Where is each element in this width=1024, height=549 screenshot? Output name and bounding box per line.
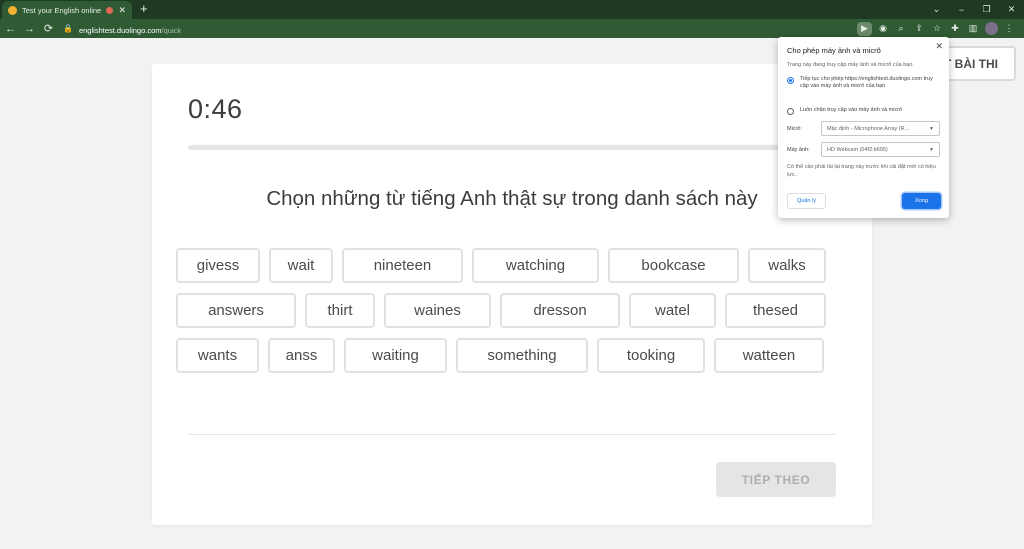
tab-title: Test your English online (22, 5, 102, 15)
mic-select-value: Mặc định - Microphone Array (R... (827, 125, 910, 132)
back-icon[interactable]: ← (2, 20, 19, 37)
mic-label: Micrô: (787, 125, 802, 132)
word-row: answers thirt waines dresson watel these… (176, 293, 848, 328)
menu-kebab-icon[interactable]: ⋮ (1002, 22, 1016, 36)
reload-note: Có thể cần phải tải lại trang này trước … (787, 164, 936, 178)
word-row: wants anss waiting something tooking wat… (176, 338, 848, 373)
word-option[interactable]: waines (384, 293, 491, 328)
window-controls: ⌄ − ❐ ✕ (924, 0, 1024, 19)
url-host: englishtest.duolingo.com (78, 25, 162, 35)
block-radio[interactable] (787, 107, 794, 115)
extensions-icon[interactable]: ✚ (948, 22, 962, 36)
word-option[interactable]: something (456, 338, 588, 373)
word-option[interactable]: watteen (714, 338, 824, 373)
footer-divider (188, 434, 836, 435)
camera-row: Máy ảnh: HD Webcam (04f2:b695) ▼ (787, 142, 940, 157)
tab-strip: Test your English online ✕ + ⌄ − ❐ ✕ (0, 0, 1024, 19)
word-option[interactable]: watel (629, 293, 716, 328)
google-lens-icon[interactable]: ◉ (876, 22, 890, 36)
new-tab-button[interactable]: + (140, 2, 148, 16)
mic-select[interactable]: Mặc định - Microphone Array (R... ▼ (821, 121, 940, 136)
lock-icon[interactable]: 🔒 (63, 24, 73, 33)
allow-radio[interactable] (787, 76, 794, 84)
recording-indicator-icon (106, 6, 114, 14)
mic-row: Micrô: Mặc định - Microphone Array (R...… (787, 121, 940, 136)
done-button[interactable]: Xong (902, 193, 941, 209)
next-button[interactable]: TIẾP THEO (716, 462, 836, 497)
caret-down-icon: ▼ (929, 125, 934, 132)
popup-title: Cho phép máy ảnh và micrô (787, 46, 881, 55)
block-option-label: Luôn chặn truy cập vào máy ảnh và micrô (800, 107, 903, 113)
url-path: /quick (161, 25, 182, 35)
restore-button[interactable]: ❐ (974, 0, 999, 19)
timer: 0:46 (188, 94, 243, 124)
word-option[interactable]: wait (269, 248, 333, 283)
word-option[interactable]: thesed (725, 293, 826, 328)
address-bar[interactable]: 🔒 englishtest.duolingo.com/quick (57, 21, 852, 36)
forward-icon[interactable]: → (21, 20, 38, 37)
camera-select[interactable]: HD Webcam (04f2:b695) ▼ (821, 142, 940, 157)
side-panel-icon[interactable]: ▥ (966, 22, 980, 36)
camera-select-value: HD Webcam (04f2:b695) (827, 146, 888, 153)
tab-search-button[interactable]: ⌄ (924, 0, 949, 19)
browser-toolbar: ← → ⟳ 🔒 englishtest.duolingo.com/quick ▶… (0, 19, 1024, 38)
word-option[interactable]: dresson (500, 293, 620, 328)
popup-description: Trang này đang truy cập máy ảnh và micrô… (787, 62, 914, 68)
manage-button[interactable]: Quản lý (787, 193, 826, 209)
reload-icon[interactable]: ⟳ (40, 20, 57, 37)
word-option[interactable]: thirt (305, 293, 375, 328)
allow-option-label: Tiếp tục cho phép https://englishtest.du… (800, 76, 933, 89)
word-option[interactable]: anss (268, 338, 335, 373)
word-grid: givess wait nineteen watching bookcase w… (176, 248, 848, 383)
question-prompt: Chọn những từ tiếng Anh thật sự trong da… (266, 187, 758, 210)
caret-down-icon: ▼ (929, 146, 934, 153)
close-window-button[interactable]: ✕ (999, 0, 1024, 19)
browser-tab[interactable]: Test your English online ✕ (2, 1, 132, 19)
camera-in-use-icon[interactable]: ▶ (857, 21, 872, 36)
allow-option[interactable]: Tiếp tục cho phép https://englishtest.du… (787, 76, 935, 90)
word-option[interactable]: bookcase (608, 248, 739, 283)
word-option[interactable]: nineteen (342, 248, 463, 283)
word-option[interactable]: tooking (597, 338, 705, 373)
share-icon[interactable]: ⇪ (912, 22, 926, 36)
block-option[interactable]: Luôn chặn truy cập vào máy ảnh và micrô (787, 107, 935, 115)
word-option[interactable]: waiting (344, 338, 447, 373)
word-option[interactable]: walks (748, 248, 826, 283)
toolbar-icons: ▶ ◉ ⌕ ⇪ ☆ ✚ ▥ ⋮ (857, 20, 1016, 37)
profile-avatar[interactable] (984, 22, 998, 36)
word-option[interactable]: givess (176, 248, 260, 283)
close-icon[interactable]: ✕ (935, 41, 943, 52)
duolingo-favicon-icon (8, 5, 17, 15)
zoom-icon[interactable]: ⌕ (894, 22, 908, 36)
progress-bar (188, 145, 836, 150)
camera-mic-permission-popup: Cho phép máy ảnh và micrô ✕ Trang này đa… (778, 37, 949, 218)
word-row: givess wait nineteen watching bookcase w… (176, 248, 848, 283)
test-card: 0:46 Chọn những từ tiếng Anh thật sự tro… (152, 64, 872, 525)
word-option[interactable]: watching (472, 248, 599, 283)
avatar (984, 22, 998, 35)
word-option[interactable]: wants (176, 338, 259, 373)
minimize-button[interactable]: − (949, 0, 974, 19)
word-option[interactable]: answers (176, 293, 296, 328)
tab-close-icon[interactable]: ✕ (118, 5, 126, 15)
bookmark-star-icon[interactable]: ☆ (930, 22, 944, 36)
camera-label: Máy ảnh: (787, 146, 810, 153)
